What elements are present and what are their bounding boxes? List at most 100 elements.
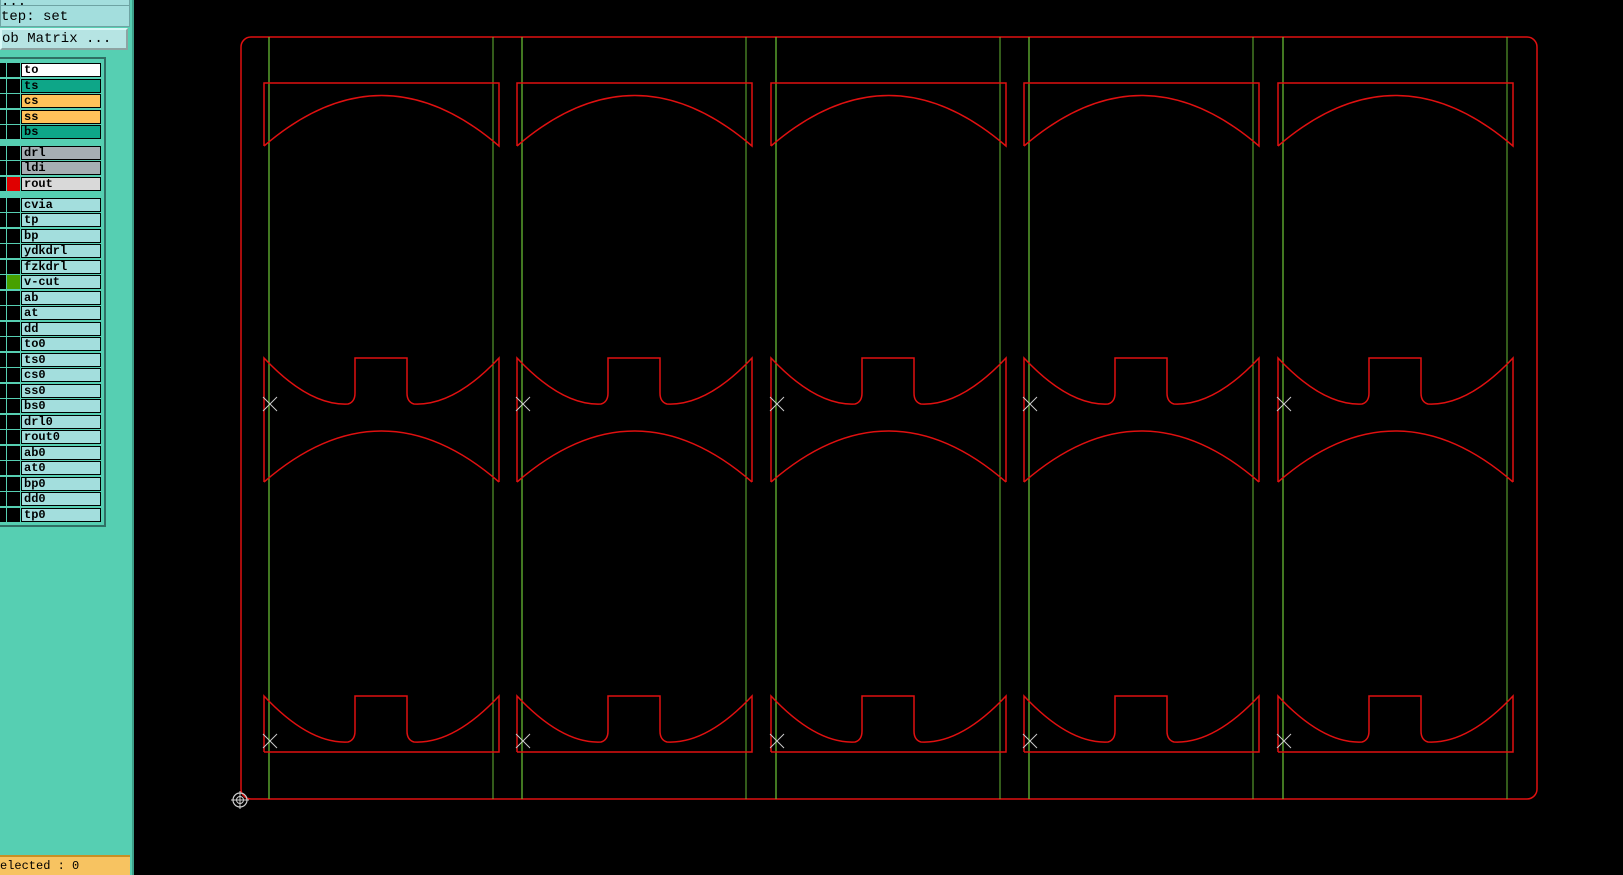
layer-color-swatch[interactable] [7, 508, 20, 522]
layer-name[interactable]: bp0 [21, 477, 101, 491]
layer-color-swatch[interactable] [7, 260, 20, 274]
layer-row-drl[interactable]: drl [0, 145, 104, 161]
layer-row-ldi[interactable]: ldi [0, 160, 104, 176]
layer-checkbox[interactable] [0, 430, 6, 444]
layer-checkbox[interactable] [0, 198, 6, 212]
layer-checkbox[interactable] [0, 161, 6, 175]
layer-color-swatch[interactable] [7, 430, 20, 444]
layer-checkbox[interactable] [0, 146, 6, 160]
layer-name[interactable]: at [21, 306, 101, 320]
layer-name[interactable]: drl [21, 146, 101, 160]
layer-name[interactable]: to0 [21, 337, 101, 351]
layer-row-bs0[interactable]: bs0 [0, 398, 104, 414]
layer-checkbox[interactable] [0, 110, 6, 124]
layer-checkbox[interactable] [0, 492, 6, 506]
layer-checkbox[interactable] [0, 177, 6, 191]
layer-name[interactable]: ts [21, 79, 101, 93]
layer-color-swatch[interactable] [7, 229, 20, 243]
layer-checkbox[interactable] [0, 275, 6, 289]
layer-color-swatch[interactable] [7, 79, 20, 93]
layer-name[interactable]: tp0 [21, 508, 101, 522]
layer-name[interactable]: dd0 [21, 492, 101, 506]
layer-row-tp[interactable]: tp [0, 212, 104, 228]
layer-row-at[interactable]: at [0, 305, 104, 321]
layer-row-v-cut[interactable]: v-cut [0, 274, 104, 290]
layer-name[interactable]: bs [21, 125, 101, 139]
layer-color-swatch[interactable] [7, 368, 20, 382]
layer-name[interactable]: bp [21, 229, 101, 243]
layer-color-swatch[interactable] [7, 94, 20, 108]
layer-color-swatch[interactable] [7, 63, 20, 77]
layer-checkbox[interactable] [0, 368, 6, 382]
layer-color-swatch[interactable] [7, 306, 20, 320]
layer-name[interactable]: drl0 [21, 415, 101, 429]
layer-color-swatch[interactable] [7, 415, 20, 429]
layer-row-ydkdrl[interactable]: ydkdrl [0, 243, 104, 259]
layer-checkbox[interactable] [0, 446, 6, 460]
layer-row-bs[interactable]: bs [0, 124, 104, 140]
layer-checkbox[interactable] [0, 477, 6, 491]
layer-name[interactable]: cs [21, 94, 101, 108]
layer-row-cs[interactable]: cs [0, 93, 104, 109]
layer-row-ab0[interactable]: ab0 [0, 445, 104, 461]
layer-color-swatch[interactable] [7, 161, 20, 175]
layer-row-cs0[interactable]: cs0 [0, 367, 104, 383]
layer-checkbox[interactable] [0, 213, 6, 227]
layer-row-dd0[interactable]: dd0 [0, 491, 104, 507]
layer-checkbox[interactable] [0, 415, 6, 429]
layer-name[interactable]: ss0 [21, 384, 101, 398]
layer-color-swatch[interactable] [7, 275, 20, 289]
layer-name[interactable]: cvia [21, 198, 101, 212]
layer-row-ts[interactable]: ts [0, 78, 104, 94]
layer-checkbox[interactable] [0, 508, 6, 522]
layer-checkbox[interactable] [0, 244, 6, 258]
layer-name[interactable]: ts0 [21, 353, 101, 367]
layer-checkbox[interactable] [0, 125, 6, 139]
layer-color-swatch[interactable] [7, 244, 20, 258]
layer-color-swatch[interactable] [7, 399, 20, 413]
layer-row-to0[interactable]: to0 [0, 336, 104, 352]
layer-color-swatch[interactable] [7, 322, 20, 336]
layer-checkbox[interactable] [0, 260, 6, 274]
layer-row-rout0[interactable]: rout0 [0, 429, 104, 445]
layer-name[interactable]: tp [21, 213, 101, 227]
layer-row-ss[interactable]: ss [0, 109, 104, 125]
layer-color-swatch[interactable] [7, 492, 20, 506]
layer-row-dd[interactable]: dd [0, 321, 104, 337]
layer-row-tp0[interactable]: tp0 [0, 507, 104, 523]
layer-name[interactable]: cs0 [21, 368, 101, 382]
layer-row-rout[interactable]: rout [0, 176, 104, 192]
layer-checkbox[interactable] [0, 94, 6, 108]
layer-color-swatch[interactable] [7, 353, 20, 367]
layer-name[interactable]: ydkdrl [21, 244, 101, 258]
layer-color-swatch[interactable] [7, 446, 20, 460]
layer-color-swatch[interactable] [7, 477, 20, 491]
job-matrix-button[interactable]: ob Matrix ... [0, 28, 128, 50]
layer-name[interactable]: to [21, 63, 101, 77]
layer-name[interactable]: at0 [21, 461, 101, 475]
layer-name[interactable]: rout [21, 177, 101, 191]
layer-checkbox[interactable] [0, 384, 6, 398]
layer-checkbox[interactable] [0, 79, 6, 93]
layer-color-swatch[interactable] [7, 213, 20, 227]
layer-color-swatch[interactable] [7, 198, 20, 212]
layer-name[interactable]: dd [21, 322, 101, 336]
layer-row-fzkdrl[interactable]: fzkdrl [0, 259, 104, 275]
layer-row-ts0[interactable]: ts0 [0, 352, 104, 368]
layer-row-to[interactable]: to [0, 62, 104, 78]
layer-name[interactable]: rout0 [21, 430, 101, 444]
layer-checkbox[interactable] [0, 322, 6, 336]
layer-row-cvia[interactable]: cvia [0, 197, 104, 213]
layer-checkbox[interactable] [0, 306, 6, 320]
layer-color-swatch[interactable] [7, 125, 20, 139]
pcb-canvas[interactable] [134, 0, 1623, 875]
layer-checkbox[interactable] [0, 461, 6, 475]
layer-name[interactable]: ab [21, 291, 101, 305]
layer-name[interactable]: ldi [21, 161, 101, 175]
layer-name[interactable]: v-cut [21, 275, 101, 289]
layer-row-bp0[interactable]: bp0 [0, 476, 104, 492]
layer-color-swatch[interactable] [7, 461, 20, 475]
layer-checkbox[interactable] [0, 63, 6, 77]
layer-color-swatch[interactable] [7, 177, 20, 191]
layer-checkbox[interactable] [0, 399, 6, 413]
